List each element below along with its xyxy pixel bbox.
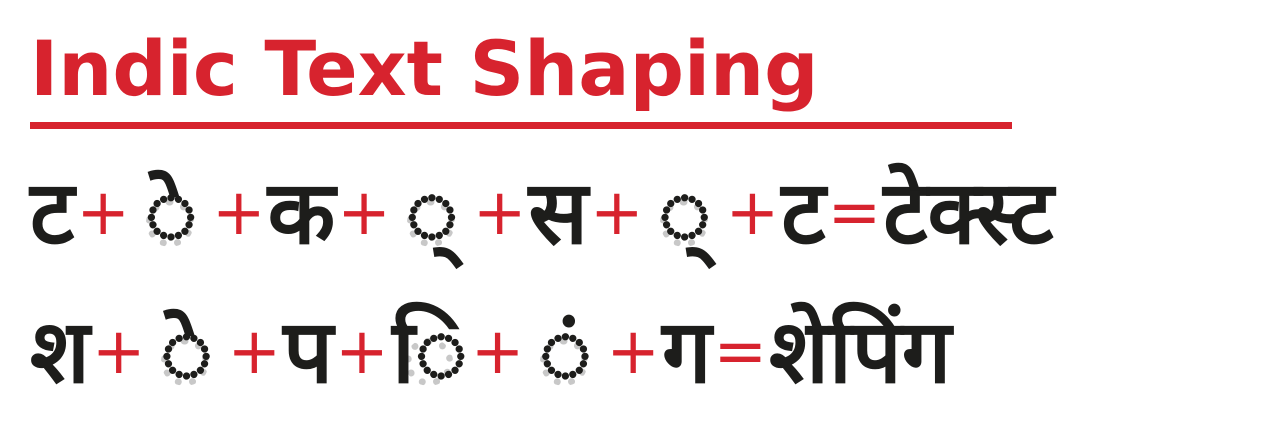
combining-mark: ् <box>393 153 471 273</box>
vowel-sign: े <box>144 161 198 264</box>
plus-operator: + <box>472 176 527 250</box>
plus-operator: + <box>606 315 660 389</box>
plus-operator: + <box>76 176 130 250</box>
vowel-sign: ् <box>658 161 711 264</box>
combining-mark: ् <box>646 153 724 273</box>
consonant-glyph: श <box>30 300 90 403</box>
shaping-equation-1: ट +े + क +् + स +् + ट = टेक्स्ट <box>30 153 1054 273</box>
consonant-glyph: ट <box>30 161 75 264</box>
vowel-sign: ि <box>392 300 468 403</box>
equals-operator: = <box>827 176 882 250</box>
consonant-glyph: ट <box>781 161 826 264</box>
plus-operator: + <box>589 176 644 250</box>
equals-operator: = <box>713 315 768 389</box>
consonant-glyph: स <box>528 161 588 264</box>
title-underline <box>30 122 1012 129</box>
combining-mark: ं <box>526 292 604 412</box>
consonant-glyph: प <box>283 300 334 403</box>
page-title: Indic Text Shaping <box>30 24 819 113</box>
consonant-glyph: क <box>267 161 336 264</box>
plus-operator: + <box>470 315 525 389</box>
combining-mark: ि <box>391 292 469 412</box>
combining-mark: े <box>147 292 225 412</box>
plus-operator: + <box>725 176 780 250</box>
plus-operator: + <box>335 315 389 389</box>
title-block: Indic Text Shaping <box>30 14 1030 134</box>
shaped-result: टेक्स्ट <box>883 161 1054 264</box>
vowel-sign: ् <box>405 161 458 264</box>
vowel-sign: े <box>160 300 213 403</box>
consonant-glyph: ग <box>661 300 712 403</box>
combining-mark: े <box>132 153 210 273</box>
plus-operator: + <box>211 176 266 250</box>
plus-operator: + <box>227 315 282 389</box>
shaped-result: शेपिंग <box>769 300 952 403</box>
vowel-sign: ं <box>539 300 592 403</box>
shaping-equation-2: श +े + प +ि +ं + ग = शेपिंग <box>30 292 951 412</box>
plus-operator: + <box>337 176 391 250</box>
plus-operator: + <box>91 315 146 389</box>
